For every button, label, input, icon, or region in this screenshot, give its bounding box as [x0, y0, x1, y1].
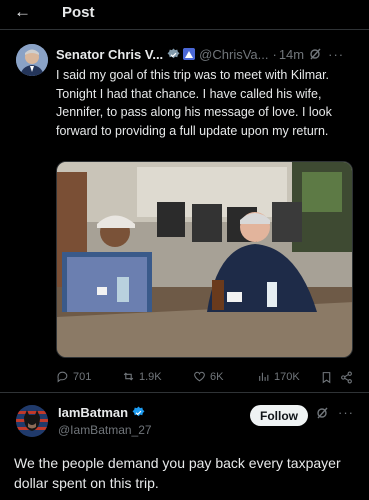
reply-icon [57, 371, 68, 383]
top-bar: ← Post [0, 0, 369, 28]
reply-author-avatar[interactable] [16, 405, 48, 437]
post-photo[interactable] [56, 161, 353, 358]
reply-text: We the people demand you pay back every … [14, 455, 341, 491]
reply-button[interactable]: 701 [56, 370, 91, 383]
post-text: I said my goal of this trip was to meet … [56, 68, 332, 138]
post-divider [0, 392, 369, 393]
government-badge-icon [183, 48, 196, 60]
bar-chart-icon [259, 372, 269, 381]
reply-count: 701 [73, 370, 92, 383]
separator: · [272, 46, 277, 62]
author-avatar[interactable] [16, 44, 48, 76]
grok-icon[interactable] [309, 48, 321, 60]
more-options-icon[interactable]: ··· [338, 405, 354, 420]
verified-badge-icon [167, 48, 180, 58]
post-header: Senator Chris V... @ChrisVa... · 14m ··· [56, 45, 356, 63]
back-arrow-icon[interactable]: ← [14, 3, 31, 21]
verified-badge-icon [132, 406, 145, 417]
repost-icon [123, 372, 134, 381]
more-options-icon[interactable]: ··· [328, 47, 344, 62]
repost-count: 1.9K [139, 370, 162, 383]
post-time[interactable]: 14m [279, 47, 304, 62]
header-divider [0, 29, 369, 30]
reply-author-name-text[interactable]: IamBatman [58, 405, 128, 420]
like-button[interactable]: 6K [193, 370, 223, 383]
author-handle[interactable]: @ChrisVa... [199, 47, 268, 62]
post-actions: 701 1.9K 6K 170K [56, 370, 356, 386]
heart-icon [194, 371, 205, 382]
repost-button[interactable]: 1.9K [122, 370, 162, 383]
share-icon[interactable] [340, 371, 353, 384]
reply-author-handle[interactable]: @IamBatman_27 [58, 423, 152, 437]
grok-icon[interactable] [316, 407, 328, 419]
page-title: Post [62, 4, 95, 21]
view-count: 170K [274, 370, 300, 383]
follow-button[interactable]: Follow [250, 405, 308, 426]
views-button[interactable]: 170K [257, 370, 300, 383]
author-name[interactable]: Senator Chris V... [56, 47, 163, 62]
bookmark-icon[interactable] [320, 371, 333, 384]
like-count: 6K [210, 370, 224, 383]
reply-author-name[interactable]: IamBatman [58, 405, 145, 420]
